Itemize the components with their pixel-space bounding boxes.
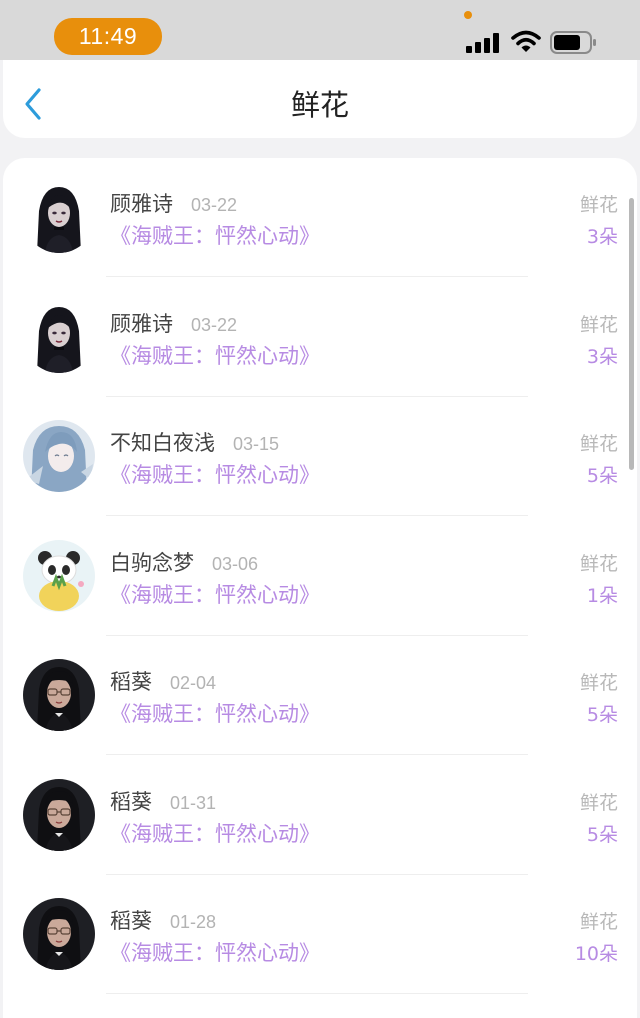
- gift-type-label: 鲜花: [579, 313, 618, 336]
- record-date: 03-22: [191, 314, 238, 335]
- wifi-icon: [511, 30, 541, 58]
- work-title-link[interactable]: 《海贼王：怦然心动》: [110, 937, 320, 967]
- work-title-link[interactable]: 《海贼王：怦然心动》: [110, 459, 320, 489]
- gift-count: 10朵: [574, 943, 618, 965]
- user-name: 不知白夜浅: [110, 431, 215, 455]
- record-date: 03-06: [212, 553, 259, 574]
- list-item[interactable]: 白驹念梦 03-06 《海贼王：怦然心动》 鲜花 1朵: [3, 517, 637, 636]
- battery-icon: [550, 31, 598, 59]
- avatar[interactable]: [23, 300, 95, 373]
- record-date: 01-28: [170, 912, 217, 932]
- work-title-link[interactable]: 《海贼王：怦然心动》: [110, 698, 320, 728]
- avatar[interactable]: [23, 659, 95, 731]
- user-name: 顾雅诗: [110, 311, 173, 336]
- record-date: 03-22: [191, 195, 238, 215]
- status-bar: 11:49: [0, 0, 640, 60]
- nav-header: 鲜花: [3, 60, 637, 138]
- gift-count: 5朵: [586, 704, 618, 726]
- gift-count: 3朵: [586, 345, 618, 368]
- work-title-link[interactable]: 《海贼王：怦然心动》: [110, 220, 320, 250]
- scrollbar[interactable]: [629, 198, 634, 470]
- avatar[interactable]: [23, 778, 95, 851]
- record-date: 01-31: [170, 792, 217, 813]
- gift-type-label: 鲜花: [579, 194, 618, 216]
- flower-record-list[interactable]: 顾雅诗 03-22 《海贼王：怦然心动》 鲜花 3朵 顾雅诗 03-22 《海贼王：怦然心动…: [3, 158, 637, 1018]
- list-item[interactable]: 顾雅诗 03-22 《海贼王：怦然心动》 鲜花 3朵: [3, 158, 637, 277]
- work-title-link[interactable]: 《海贼王：怦然心动》: [110, 818, 320, 848]
- row-divider: [106, 993, 528, 994]
- list-item[interactable]: 稻葵 01-31 《海贼王：怦然心动》 鲜花 5朵: [3, 756, 637, 875]
- record-date: 02-04: [170, 673, 217, 693]
- avatar[interactable]: [23, 181, 95, 253]
- list-item[interactable]: 稻葵 01-28 《海贼王：怦然心动》 鲜花 10朵: [3, 875, 637, 994]
- work-title-link[interactable]: 《海贼王：怦然心动》: [110, 340, 320, 370]
- gift-type-label: 鲜花: [579, 552, 618, 575]
- list-item[interactable]: 稻葵 02-04 《海贼王：怦然心动》 鲜花 5朵: [3, 636, 637, 755]
- gift-count: 5朵: [586, 823, 618, 846]
- signal-icon: [466, 33, 500, 57]
- gift-type-label: 鲜花: [579, 791, 618, 814]
- user-name: 顾雅诗: [110, 192, 173, 216]
- user-name: 稻葵: [110, 670, 152, 694]
- record-date: 03-15: [233, 434, 280, 454]
- page-title: 鲜花: [290, 88, 349, 122]
- work-title-link[interactable]: 《海贼王：怦然心动》: [110, 579, 320, 609]
- gift-type-label: 鲜花: [579, 433, 618, 455]
- gift-count: 5朵: [586, 465, 618, 487]
- gift-count: 3朵: [586, 226, 618, 248]
- gift-count: 1朵: [586, 584, 618, 607]
- user-name: 稻葵: [110, 789, 152, 814]
- gift-type-label: 鲜花: [579, 911, 618, 933]
- user-name: 稻葵: [110, 909, 152, 933]
- privacy-indicator-dot: [464, 11, 472, 19]
- status-time: 11:49: [54, 18, 162, 55]
- list-item[interactable]: 顾雅诗 03-22 《海贼王：怦然心动》 鲜花 3朵: [3, 278, 637, 397]
- avatar[interactable]: [23, 898, 95, 970]
- avatar[interactable]: [23, 420, 95, 492]
- user-name: 白驹念梦: [110, 550, 194, 575]
- avatar[interactable]: [23, 539, 95, 612]
- list-item[interactable]: 不知白夜浅 03-15 《海贼王：怦然心动》 鲜花 5朵: [3, 397, 637, 516]
- gift-type-label: 鲜花: [579, 672, 618, 694]
